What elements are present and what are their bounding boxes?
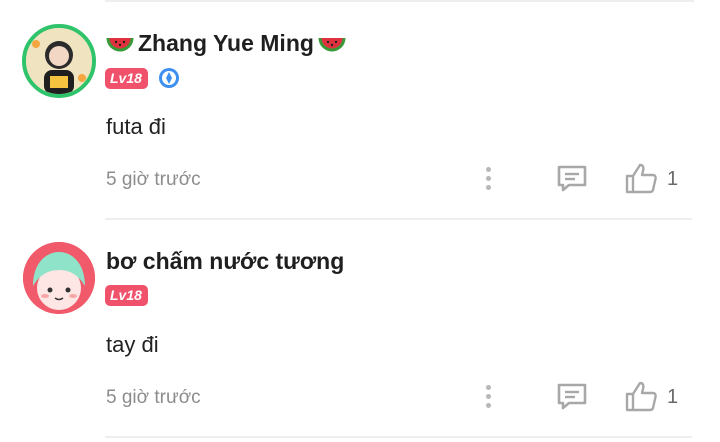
- username[interactable]: bơ chấm nước tương: [106, 248, 344, 275]
- verified-badge-icon: [158, 68, 179, 88]
- reply-icon[interactable]: [555, 381, 589, 411]
- timestamp: 5 giờ trước: [106, 387, 201, 408]
- username-text: Zhang Yue Ming: [138, 30, 314, 56]
- timestamp: 5 giờ trước: [106, 169, 201, 190]
- anime-avatar-icon: [23, 242, 95, 314]
- username[interactable]: Zhang Yue Ming: [106, 30, 346, 57]
- reply-icon[interactable]: [555, 163, 589, 193]
- like-count: 1: [667, 386, 679, 408]
- more-icon: [485, 166, 491, 172]
- username-text: bơ chấm nước tương: [106, 248, 345, 274]
- comment-text: tay đi: [106, 332, 159, 357]
- comment-item: bơ chấm nước tương Lv18 tay đi 5 giờ trư…: [0, 218, 720, 436]
- like-icon[interactable]: [624, 380, 660, 412]
- level-badge: Lv18: [105, 67, 148, 89]
- watermelon-icon: [318, 37, 346, 51]
- more-options-button[interactable]: [478, 381, 498, 411]
- comment-item: Zhang Yue Ming Lv18 futa đi 5 giờ trước …: [0, 0, 720, 218]
- avatar[interactable]: [23, 242, 95, 314]
- badge-row: Lv18: [105, 285, 148, 306]
- comment-text: futa đi: [106, 114, 166, 139]
- like-icon[interactable]: [624, 162, 660, 194]
- divider: [105, 436, 692, 438]
- watermelon-icon: [106, 37, 134, 51]
- user-photo-icon: [26, 28, 92, 94]
- more-options-button[interactable]: [478, 163, 498, 193]
- avatar[interactable]: [22, 24, 96, 98]
- badge-row: Lv18: [105, 67, 180, 89]
- more-icon: [485, 384, 491, 390]
- level-badge: Lv18: [105, 285, 148, 306]
- like-count: 1: [667, 168, 679, 190]
